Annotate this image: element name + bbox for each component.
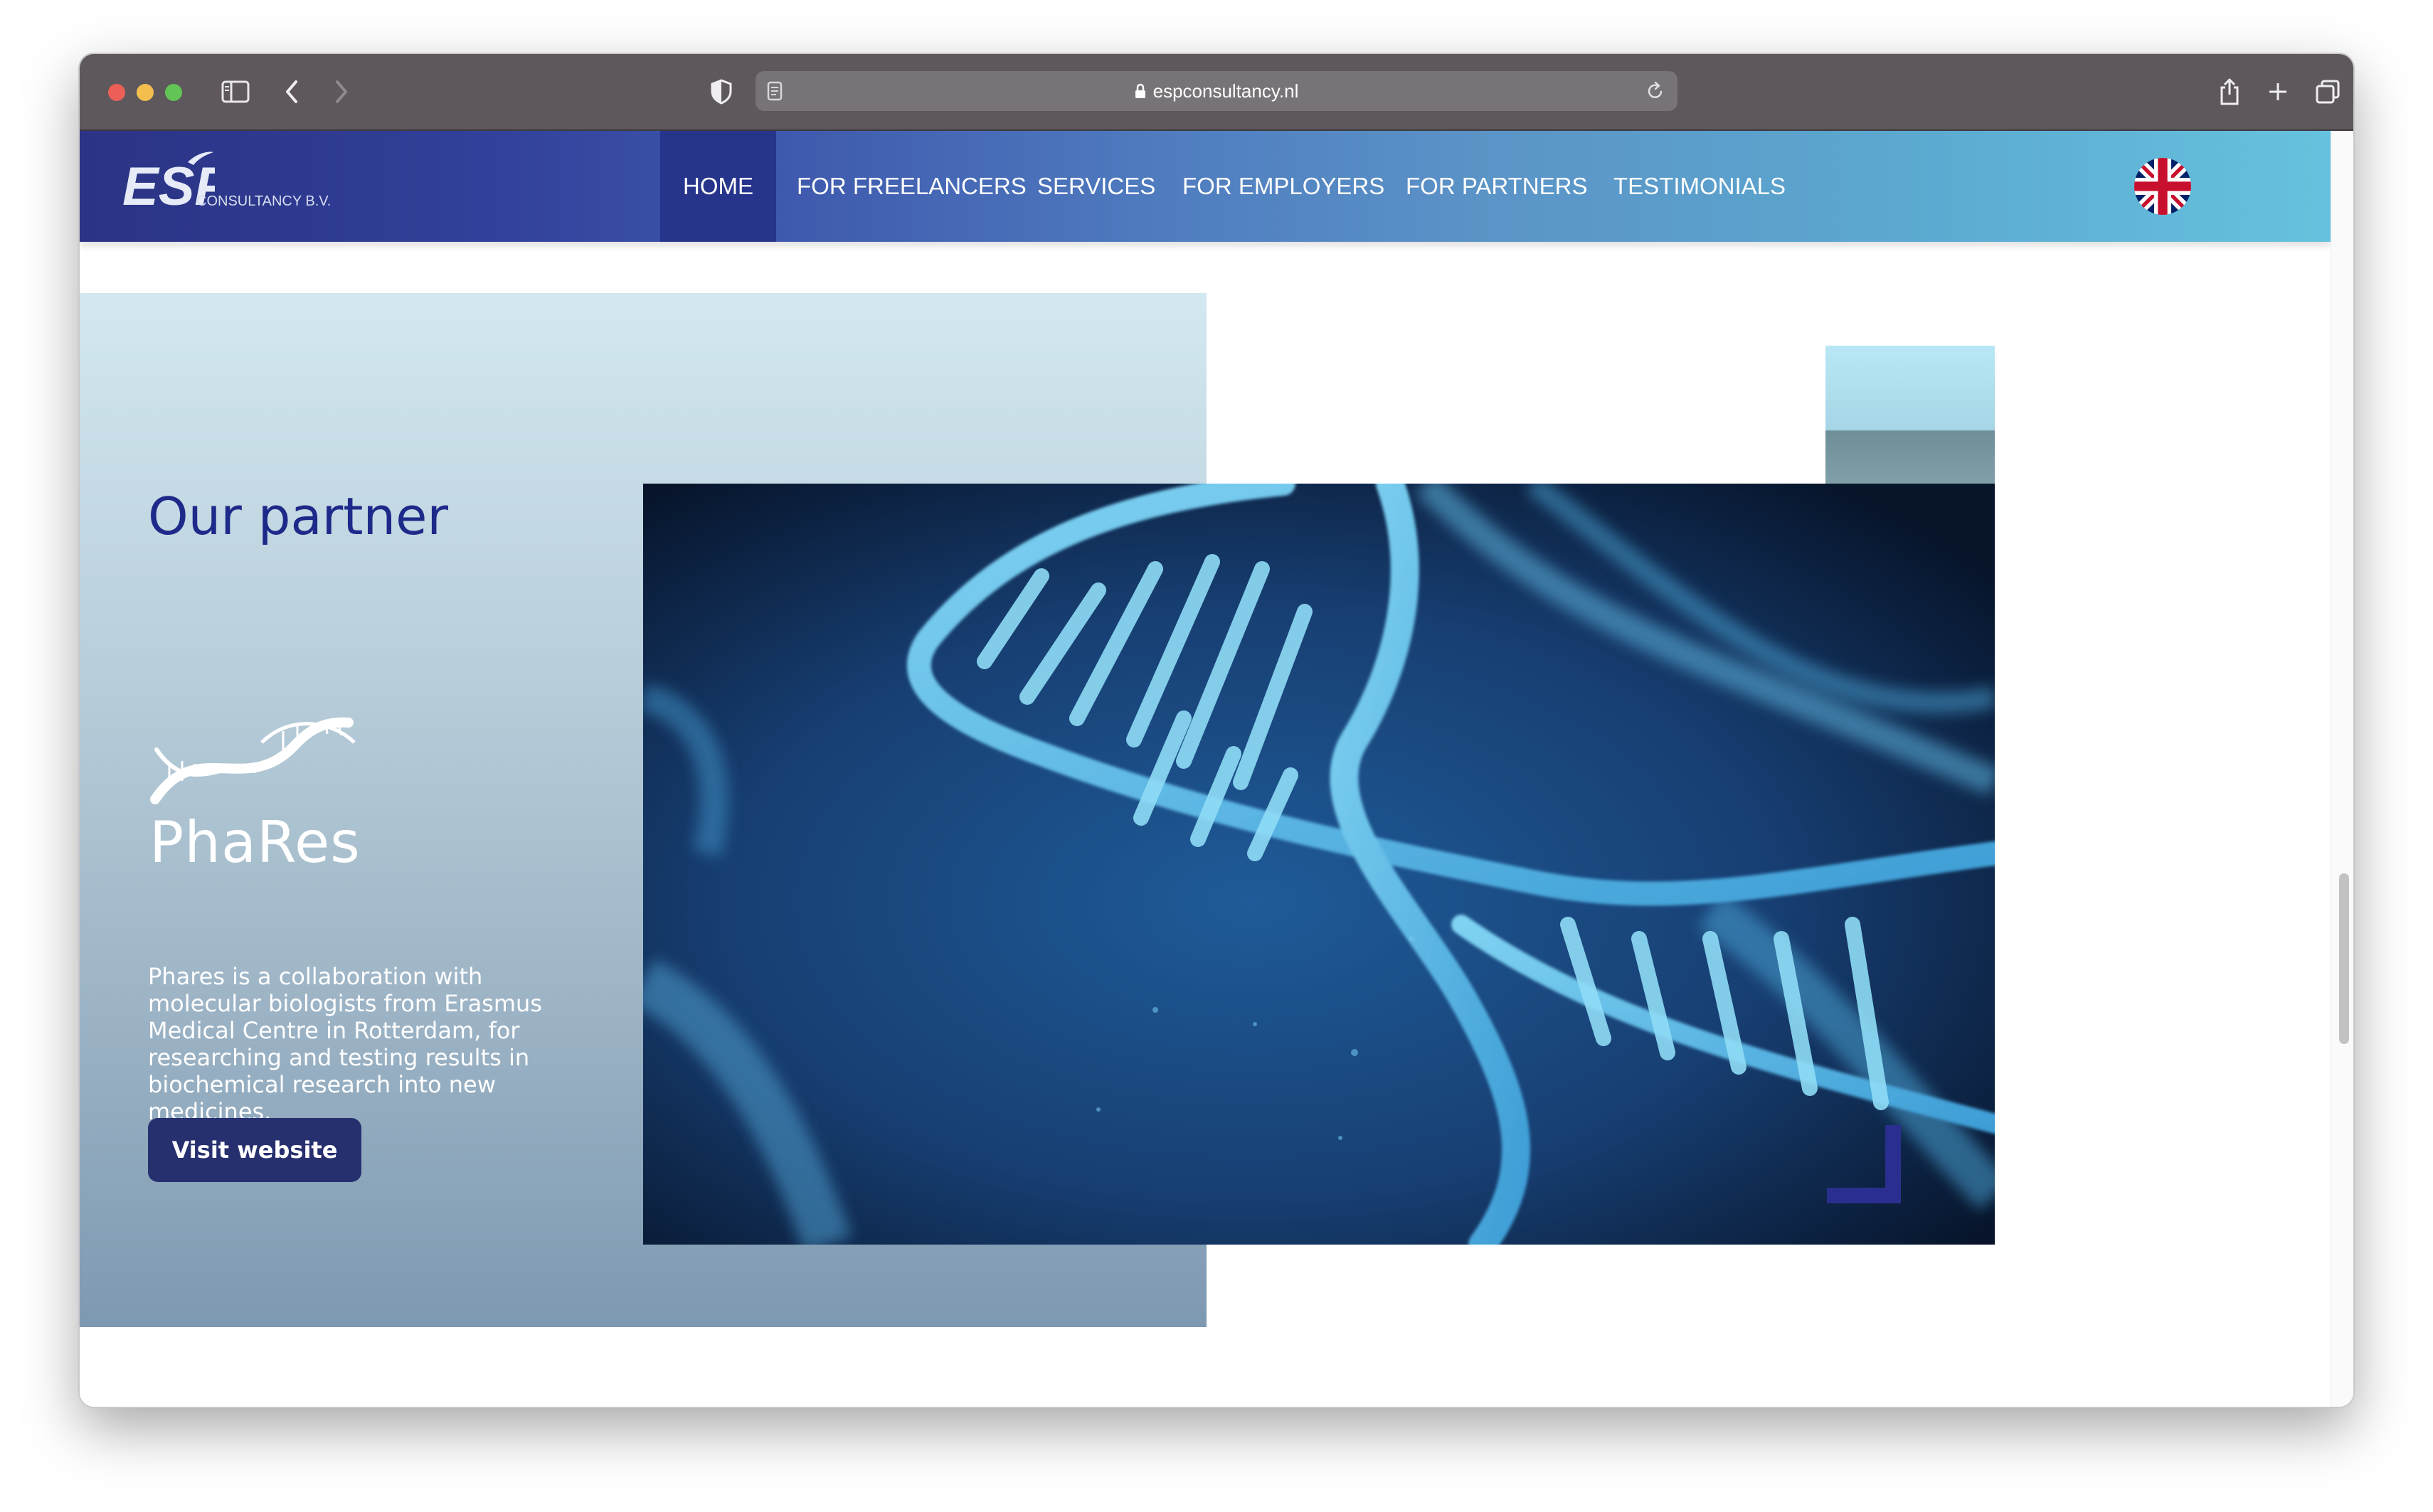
corner-bracket-accent <box>1827 1125 1901 1203</box>
site-header: ESP CONSULTANCY B.V. HOME FOR FREELANCER… <box>80 131 2331 242</box>
sidebar-toggle-icon[interactable] <box>218 74 253 110</box>
reload-icon[interactable] <box>1646 81 1665 104</box>
nav-testimonials[interactable]: TESTIMONIALS <box>1613 131 1786 242</box>
nav-services[interactable]: SERVICES <box>1037 131 1155 242</box>
site-logo[interactable]: ESP CONSULTANCY B.V. <box>122 151 336 222</box>
tab-overview-icon[interactable] <box>2312 74 2343 110</box>
share-icon[interactable] <box>2214 74 2245 110</box>
logo-subtitle: CONSULTANCY B.V. <box>196 193 332 209</box>
forward-icon[interactable] <box>327 74 356 110</box>
url-text: espconsultancy.nl <box>1152 80 1299 102</box>
visit-website-button[interactable]: Visit website <box>148 1118 361 1182</box>
phares-logo-text: PhaRes <box>149 809 361 875</box>
back-icon[interactable] <box>277 74 306 110</box>
browser-window: espconsultancy.nl ESP CONSULTANCY B.V. <box>80 54 2353 1407</box>
address-bar[interactable]: espconsultancy.nl <box>756 71 1677 111</box>
new-tab-icon[interactable] <box>2262 74 2294 110</box>
nav-for-partners[interactable]: FOR PARTNERS <box>1406 131 1587 242</box>
dna-helix-image <box>643 484 1995 1245</box>
minimize-window-button[interactable] <box>137 84 154 101</box>
close-window-button[interactable] <box>108 84 125 101</box>
privacy-shield-icon[interactable] <box>706 74 737 110</box>
web-page: ESP CONSULTANCY B.V. HOME FOR FREELANCER… <box>80 131 2331 1407</box>
partner-description: Phares is a collaboration with molecular… <box>148 963 542 1125</box>
partner-heading: Our partner <box>148 486 448 546</box>
lock-icon <box>1135 73 1146 112</box>
scrollbar-thumb[interactable] <box>2339 873 2349 1044</box>
nav-home[interactable]: HOME <box>660 131 776 242</box>
nav-for-employers[interactable]: FOR EMPLOYERS <box>1182 131 1384 242</box>
browser-toolbar: espconsultancy.nl <box>80 54 2353 131</box>
uk-flag-icon[interactable] <box>2134 158 2191 215</box>
nav-for-freelancers[interactable]: FOR FREELANCERS <box>797 131 1027 242</box>
zoom-window-button[interactable] <box>165 84 182 101</box>
page-scrollbar[interactable] <box>2331 131 2353 1407</box>
